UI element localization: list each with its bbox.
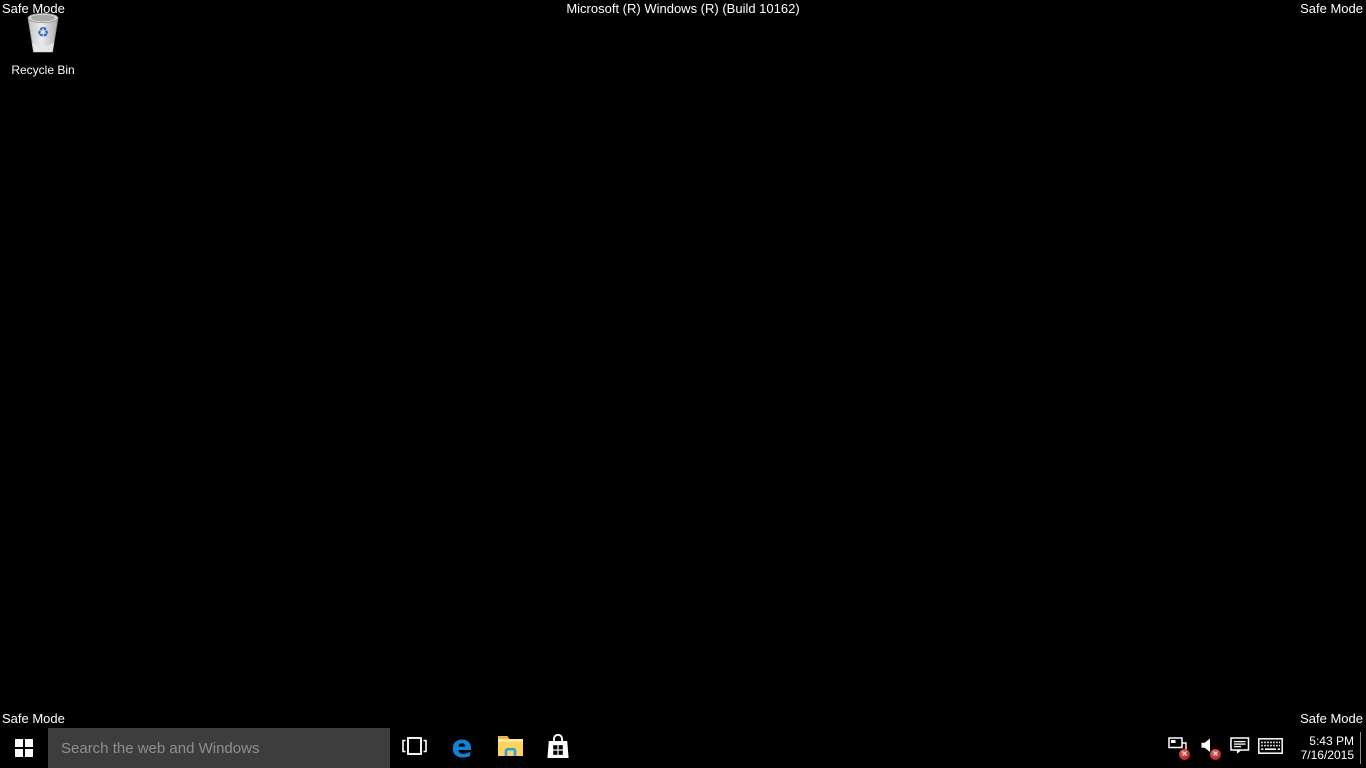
edge-browser-icon: e xyxy=(451,732,472,762)
action-center-button[interactable] xyxy=(1224,728,1255,768)
network-error-badge: ✕ xyxy=(1179,749,1190,760)
volume-button[interactable]: ✕ xyxy=(1193,728,1224,768)
task-view-button[interactable] xyxy=(390,728,438,768)
safe-mode-label-bottom-right: Safe Mode xyxy=(1300,711,1363,726)
recycle-symbol-glyph: ♻ xyxy=(37,24,50,40)
desktop: Safe Mode Safe Mode Safe Mode Safe Mode … xyxy=(0,0,1366,768)
touch-keyboard-button[interactable] xyxy=(1255,728,1286,768)
windows-logo-icon xyxy=(15,739,33,757)
show-desktop-divider xyxy=(1360,732,1361,764)
windows-build-watermark: Microsoft (R) Windows (R) (Build 10162) xyxy=(0,1,1366,16)
recycle-bin-desktop-icon[interactable]: ♻ Recycle Bin xyxy=(4,10,82,77)
action-center-icon xyxy=(1230,737,1250,760)
folder-icon xyxy=(497,735,524,762)
edge-browser-button[interactable]: e xyxy=(438,728,486,768)
keyboard-icon xyxy=(1258,738,1283,759)
store-bag-icon xyxy=(545,732,571,765)
recycle-bin-icon: ♻ xyxy=(24,10,62,60)
clock-date: 7/16/2015 xyxy=(1290,748,1354,762)
show-desktop-button[interactable] xyxy=(1360,728,1366,768)
recycle-bin-label: Recycle Bin xyxy=(11,63,74,77)
task-view-icon xyxy=(401,736,428,761)
store-button[interactable] xyxy=(534,728,582,768)
volume-error-badge: ✕ xyxy=(1210,749,1221,760)
taskbar: e xyxy=(0,728,1366,768)
taskbar-search-box[interactable] xyxy=(48,728,390,768)
start-button[interactable] xyxy=(0,728,48,768)
search-input[interactable] xyxy=(48,728,390,768)
system-tray: ✕ ✕ xyxy=(1162,728,1366,768)
safe-mode-label-bottom-left: Safe Mode xyxy=(2,711,65,726)
clock-time: 5:43 PM xyxy=(1290,734,1354,748)
file-explorer-button[interactable] xyxy=(486,728,534,768)
network-status-button[interactable]: ✕ xyxy=(1162,728,1193,768)
taskbar-clock[interactable]: 5:43 PM 7/16/2015 xyxy=(1290,734,1354,762)
